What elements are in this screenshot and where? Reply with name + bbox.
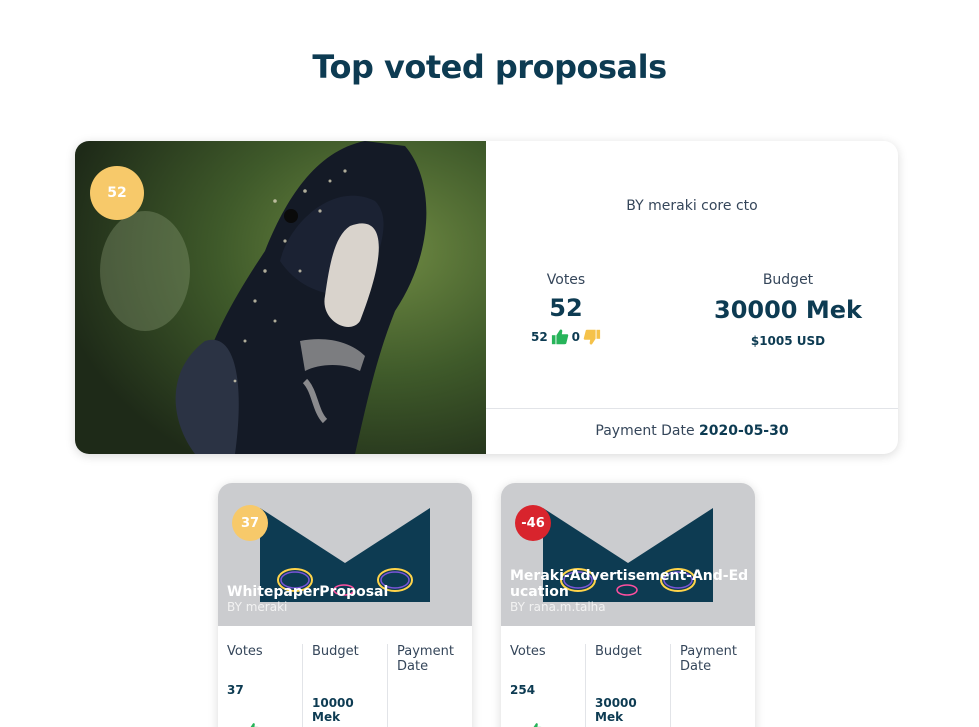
votes-total: 52 [549,294,583,322]
payment-label: Payment Date [595,423,695,439]
card-stats: Votes 37 Budget 10000 Mek Payment Date [218,626,472,727]
payment-label: Payment Date [680,644,737,674]
votes-column: Votes 254 [501,626,585,727]
budget-label: Budget [595,644,642,659]
page-title: Top voted proposals [312,48,667,86]
votes-label: Votes [227,644,263,659]
card-stats: Votes 254 Budget 30000 Mek Payment Date [501,626,755,727]
score-badge: 52 [90,166,144,220]
budget-column: Budget 30000 Mek [585,644,670,727]
budget-column: Budget 10000 Mek [302,644,387,727]
thumbs-up-icon[interactable] [529,722,543,727]
proposal-card[interactable]: 37 WhitepaperProposal BY meraki Votes 37… [218,483,472,727]
featured-proposal-card[interactable]: 52 BY meraki core cto Votes 52 52 0 Budg… [75,141,898,454]
budget-stat: Budget 30000 Mek $1005 USD [698,272,878,348]
budget-label: Budget [312,644,359,659]
payment-label: Payment Date [397,644,454,674]
votes-value: 37 [227,683,244,697]
budget-value: 30000 Mek [714,296,862,324]
payment-date-value: 2020-05-30 [699,423,789,439]
featured-info: BY meraki core cto Votes 52 52 0 Budget … [486,141,898,454]
proposal-author: BY meraki [227,600,288,614]
budget-value: 30000 Mek [595,696,637,724]
budget-label: Budget [762,272,814,288]
payment-date: Payment Date 2020-05-30 [486,423,898,439]
thumbs-down-icon[interactable] [583,328,601,346]
votes-label: Votes [546,272,586,288]
payment-column: Payment Date [670,644,755,727]
score-badge: -46 [515,505,551,541]
thumbs-up-icon[interactable] [246,722,260,727]
proposal-author: BY meraki core cto [626,198,758,214]
proposal-author: BY rana.m.talha [510,600,606,614]
upvote-count: 52 [530,330,548,344]
proposal-title[interactable]: WhitepaperProposal [227,584,467,600]
votes-column: Votes 37 [218,626,302,727]
budget-usd: $1005 USD [750,334,826,348]
proposal-card[interactable]: -46 Meraki-Advertisement-And-Education B… [501,483,755,727]
payment-column: Payment Date [387,644,472,727]
thumbs-up-icon[interactable] [551,328,569,346]
vote-breakdown: 52 0 [486,328,646,346]
proposal-title[interactable]: Meraki-Advertisement-And-Education [510,568,750,600]
budget-value: 10000 Mek [312,696,354,724]
votes-value: 254 [510,683,536,697]
downvote-count: 0 [571,330,581,344]
votes-stat: Votes 52 52 0 [486,272,646,346]
divider [486,408,898,409]
votes-label: Votes [510,644,546,659]
score-badge: 37 [232,505,268,541]
